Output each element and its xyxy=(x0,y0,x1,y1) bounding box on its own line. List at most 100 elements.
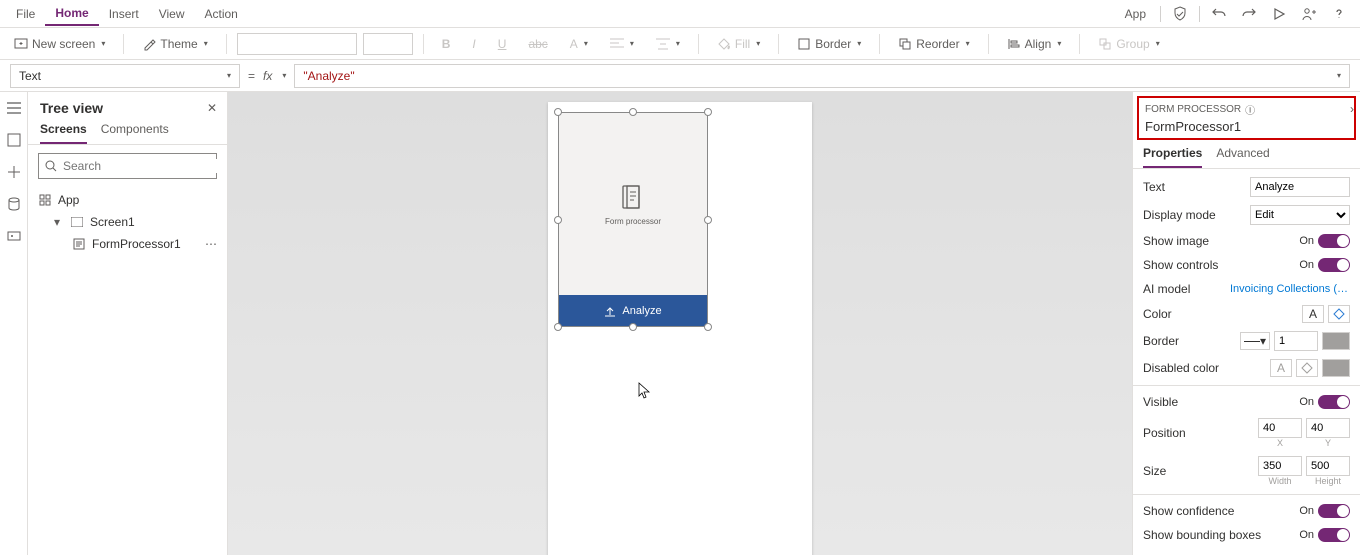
tab-properties[interactable]: Properties xyxy=(1143,146,1202,168)
formula-value: "Analyze" xyxy=(303,69,354,83)
resize-handle[interactable] xyxy=(704,216,712,224)
resize-handle[interactable] xyxy=(704,108,712,116)
prop-pos-x-input[interactable] xyxy=(1258,418,1302,438)
prop-showconf-toggle[interactable] xyxy=(1318,504,1350,518)
prop-borderstyle-select[interactable]: ▾ xyxy=(1240,332,1270,350)
tree-item-label: FormProcessor1 xyxy=(92,237,181,251)
tree-search-input[interactable] xyxy=(63,159,218,173)
app-icon xyxy=(38,193,52,207)
prop-disabled-fontcolor-button[interactable]: A xyxy=(1270,359,1292,377)
control-name[interactable]: FormProcessor1 xyxy=(1145,119,1348,134)
tab-screens[interactable]: Screens xyxy=(40,122,87,144)
reorder-button[interactable]: Reorder▾ xyxy=(890,34,977,54)
prop-aimodel-link[interactable]: Invoicing Collections (da... xyxy=(1230,283,1350,295)
menu-file[interactable]: File xyxy=(6,3,45,25)
strike-button[interactable]: abc xyxy=(520,34,555,54)
menu-action[interactable]: Action xyxy=(195,3,248,25)
expand-icon[interactable]: › xyxy=(1350,102,1354,116)
resize-handle[interactable] xyxy=(629,323,637,331)
close-icon[interactable]: ✕ xyxy=(207,101,217,115)
menu-app[interactable]: App xyxy=(1115,3,1156,25)
tab-advanced[interactable]: Advanced xyxy=(1216,146,1269,168)
selection-box[interactable] xyxy=(558,112,708,327)
prop-position-label: Position xyxy=(1143,426,1186,440)
undo-icon[interactable] xyxy=(1204,2,1234,26)
rail-insert-icon[interactable] xyxy=(4,130,24,150)
tree-item-label: App xyxy=(58,193,79,207)
rail-tree-icon[interactable] xyxy=(4,98,24,118)
share-icon[interactable] xyxy=(1294,2,1324,26)
prop-fillcolor-button[interactable] xyxy=(1328,305,1350,323)
prop-bordercolor-button[interactable] xyxy=(1322,332,1350,350)
fx-label: fx xyxy=(263,69,272,83)
prop-showimage-toggle[interactable] xyxy=(1318,234,1350,248)
redo-icon[interactable] xyxy=(1234,2,1264,26)
font-color-button[interactable]: A▾ xyxy=(562,34,596,54)
on-label: On xyxy=(1299,396,1314,408)
help-icon[interactable]: ⓘ xyxy=(1245,102,1255,117)
rail-data-icon[interactable] xyxy=(4,194,24,214)
reorder-icon xyxy=(898,37,912,51)
prop-showcontrols-toggle[interactable] xyxy=(1318,258,1350,272)
resize-handle[interactable] xyxy=(554,108,562,116)
tree-item-screen1[interactable]: ▾ Screen1 xyxy=(32,211,223,233)
resize-handle[interactable] xyxy=(704,323,712,331)
align-button[interactable]: Align▾ xyxy=(999,34,1070,54)
prop-disabled-bordercolor-button[interactable] xyxy=(1322,359,1350,377)
menu-insert[interactable]: Insert xyxy=(99,3,149,25)
prop-disabled-fillcolor-button[interactable] xyxy=(1296,359,1318,377)
menu-view[interactable]: View xyxy=(149,3,195,25)
screen-icon xyxy=(70,215,84,229)
app-checker-icon[interactable] xyxy=(1165,2,1195,26)
group-button[interactable]: Group▾ xyxy=(1090,34,1167,54)
menu-home[interactable]: Home xyxy=(45,2,98,26)
tab-components[interactable]: Components xyxy=(101,122,169,144)
prop-height-input[interactable] xyxy=(1306,456,1350,476)
border-button[interactable]: Border▾ xyxy=(789,34,869,54)
prop-pos-y-input[interactable] xyxy=(1306,418,1350,438)
bold-button[interactable]: B xyxy=(434,34,459,54)
canvas[interactable]: Form processor Analyze xyxy=(228,92,1132,555)
prop-text-input[interactable] xyxy=(1250,177,1350,197)
pos-y-sublabel: Y xyxy=(1306,438,1350,448)
prop-fontcolor-button[interactable]: A xyxy=(1302,305,1324,323)
border-label: Border xyxy=(815,37,851,51)
help-icon[interactable] xyxy=(1324,2,1354,26)
rail-media-icon[interactable] xyxy=(4,226,24,246)
resize-handle[interactable] xyxy=(554,323,562,331)
tree-view-panel: Tree view ✕ Screens Components App ▾ Scr… xyxy=(28,92,228,555)
prop-borderwidth-input[interactable] xyxy=(1274,331,1318,351)
preview-icon[interactable] xyxy=(1264,2,1294,26)
more-icon[interactable]: ⋯ xyxy=(205,237,217,251)
prop-visible-toggle[interactable] xyxy=(1318,395,1350,409)
search-icon xyxy=(45,160,57,172)
italic-button[interactable]: I xyxy=(464,34,483,54)
underline-button[interactable]: U xyxy=(490,34,515,54)
tree-item-app[interactable]: App xyxy=(32,189,223,211)
chevron-down-icon[interactable]: ▾ xyxy=(1337,71,1341,80)
on-label: On xyxy=(1299,259,1314,271)
text-align-button[interactable]: ▾ xyxy=(602,35,642,53)
property-selector[interactable]: Text ▾ xyxy=(10,64,240,88)
theme-button[interactable]: Theme ▾ xyxy=(134,34,215,54)
tree-search[interactable] xyxy=(38,153,217,179)
rail-add-icon[interactable] xyxy=(4,162,24,182)
font-family-select[interactable] xyxy=(237,33,357,55)
formula-bar: Text ▾ = fx▾ "Analyze" ▾ xyxy=(0,60,1360,92)
prop-showcontrols-label: Show controls xyxy=(1143,258,1218,272)
left-rail xyxy=(0,92,28,555)
fill-button[interactable]: Fill▾ xyxy=(709,34,768,54)
group-label: Group xyxy=(1116,37,1149,51)
prop-displaymode-select[interactable]: Edit xyxy=(1250,205,1350,225)
chevron-down-icon[interactable]: ▾ xyxy=(50,215,64,229)
prop-width-input[interactable] xyxy=(1258,456,1302,476)
font-size-select[interactable] xyxy=(363,33,413,55)
prop-showbbox-toggle[interactable] xyxy=(1318,528,1350,542)
resize-handle[interactable] xyxy=(629,108,637,116)
new-screen-button[interactable]: New screen ▾ xyxy=(6,34,113,54)
formula-input[interactable]: "Analyze" ▾ xyxy=(294,64,1350,88)
prop-disabledcolor-label: Disabled color xyxy=(1143,361,1219,375)
tree-item-formprocessor1[interactable]: FormProcessor1 ⋯ xyxy=(32,233,223,255)
vertical-align-button[interactable]: ▾ xyxy=(648,35,688,53)
resize-handle[interactable] xyxy=(554,216,562,224)
